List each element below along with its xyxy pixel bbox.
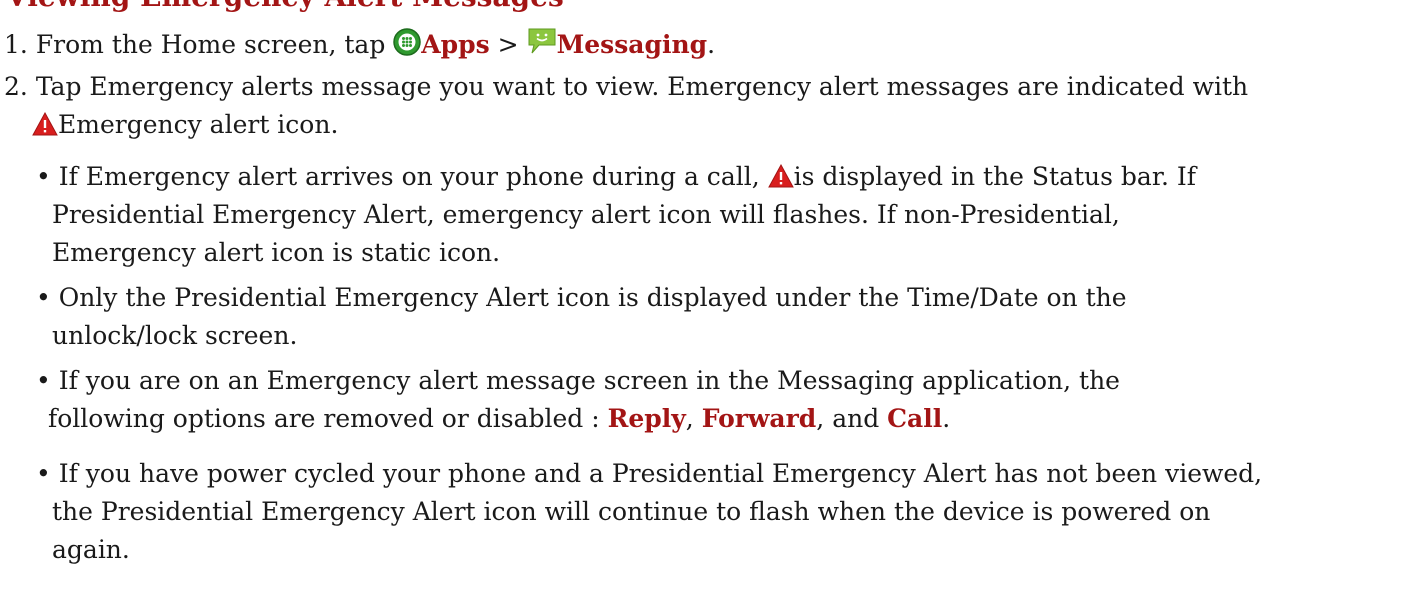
- bullet-2-line-2: unlock/lock screen.: [52, 321, 298, 350]
- forward-option: Forward: [701, 404, 817, 433]
- step-2-text: Tap Emergency alerts message you want to…: [35, 72, 1249, 101]
- bullet-3-marker: •: [36, 366, 51, 395]
- bullet-3-prefix: following options are removed or disable…: [48, 404, 600, 433]
- bullet-2-text: Only the Presidential Emergency Alert ic…: [58, 283, 1127, 312]
- bullet-3-text: If you are on an Emergency alert message…: [58, 366, 1120, 395]
- step-1-suffix: .: [707, 30, 716, 59]
- bullet-1-line-3: Emergency alert icon is static icon.: [52, 238, 501, 267]
- bullet-4-line-3: again.: [52, 535, 130, 564]
- step-1-prefix: From the Home screen, tap: [35, 30, 386, 59]
- bullet-4-line-2: the Presidential Emergency Alert icon wi…: [52, 497, 1211, 526]
- bullet-2-line-1: • Only the Presidential Emergency Alert …: [36, 283, 1127, 313]
- step-1-number: 1.: [4, 30, 28, 59]
- reply-option: Reply: [607, 404, 686, 433]
- document-page: Viewing Emergency Alert Messages 1. From…: [0, 0, 1414, 601]
- step-2-line-2: Emergency alert icon.: [32, 110, 338, 140]
- bullet-1-line-1: • If Emergency alert arrives on your pho…: [36, 162, 1196, 192]
- comma: ,: [685, 404, 694, 433]
- section-heading: Viewing Emergency Alert Messages: [6, 0, 564, 11]
- apps-label: Apps: [421, 30, 490, 59]
- bullet-4-line-1: • If you have power cycled your phone an…: [36, 459, 1262, 489]
- bullet-3-line-1: • If you are on an Emergency alert messa…: [36, 366, 1120, 396]
- apps-icon: [393, 28, 422, 56]
- bullet-2-marker: •: [36, 283, 51, 312]
- step-2-line-1: 2. Tap Emergency alerts message you want…: [4, 72, 1248, 102]
- messaging-label: Messaging: [556, 30, 708, 59]
- period: .: [942, 404, 951, 433]
- bullet-1-marker: •: [36, 162, 51, 191]
- call-option: Call: [887, 404, 943, 433]
- emergency-alert-icon: [767, 164, 794, 188]
- step-1-separator: >: [497, 30, 519, 59]
- bullet-3-line-2: following options are removed or disable…: [48, 404, 950, 434]
- bullet-4-text: If you have power cycled your phone and …: [58, 459, 1263, 488]
- bullet-1-line-2: Presidential Emergency Alert, emergency …: [52, 200, 1120, 229]
- step-2-line-2-text: Emergency alert icon.: [58, 110, 339, 139]
- messaging-icon: [527, 26, 557, 56]
- step-2-number: 2.: [4, 72, 28, 101]
- emergency-alert-icon: [32, 112, 58, 136]
- bullet-1-prefix: If Emergency alert arrives on your phone…: [58, 162, 760, 191]
- and-text: , and: [816, 404, 880, 433]
- bullet-1-suffix: is displayed in the Status bar. If: [793, 162, 1197, 191]
- bullet-4-marker: •: [36, 459, 51, 488]
- step-1: 1. From the Home screen, tap Apps > Mess…: [4, 26, 715, 60]
